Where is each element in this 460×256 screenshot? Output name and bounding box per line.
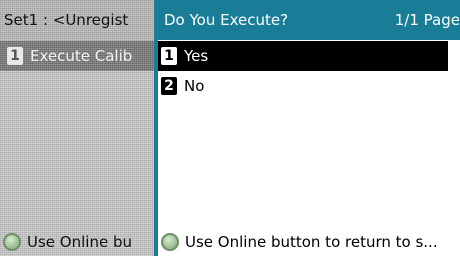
dialog-title: Do You Execute? [164,11,289,29]
background-footer: Use Online bu [0,228,160,256]
background-footer-text: Use Online bu [27,233,132,251]
background-title: Set1 : <Unregist [0,0,160,40]
option-label: No [184,77,205,95]
dialog-title-bar: Do You Execute? 1/1 Page [158,0,460,40]
background-screen: Set1 : <Unregist 1 Execute Calib Use Onl… [0,0,160,256]
dialog-footer: Use Online button to return to s... [158,228,460,256]
option-label: Yes [184,47,209,65]
dialog-footer-text: Use Online button to return to s... [185,233,438,251]
execute-dialog: Do You Execute? 1/1 Page 1 Yes 2 No Use … [154,0,460,256]
page-indicator: 1/1 Page [394,11,460,29]
online-button-icon [3,233,21,251]
option-no[interactable]: 2 No [158,71,448,101]
online-button-icon [161,233,179,251]
background-menu-item-label: Execute Calib [30,47,133,65]
option-number-badge: 1 [161,47,177,65]
item-number-badge: 1 [7,47,23,65]
option-number-badge: 2 [161,77,177,95]
option-yes[interactable]: 1 Yes [158,41,448,71]
background-menu-item: 1 Execute Calib [0,41,160,71]
